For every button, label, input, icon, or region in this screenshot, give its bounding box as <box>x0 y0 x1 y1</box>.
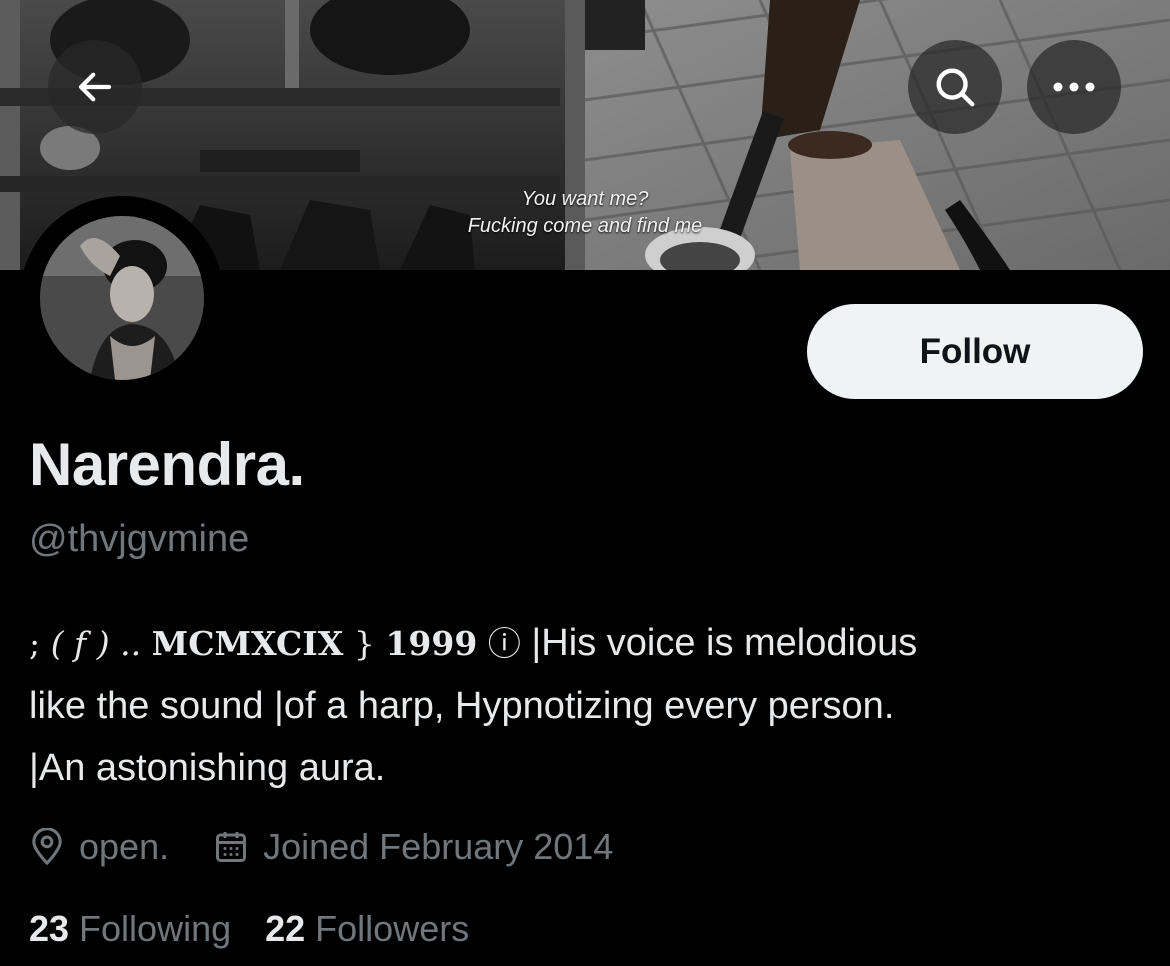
location: open. <box>29 826 169 868</box>
arrow-left-icon <box>78 72 112 102</box>
more-horizontal-icon <box>1053 82 1095 92</box>
join-date-text: Joined February 2014 <box>263 826 614 867</box>
bio-part: 1999 <box>385 624 478 663</box>
following-link[interactable]: 23 Following <box>29 908 231 950</box>
search-button[interactable] <box>908 40 1002 134</box>
search-icon <box>936 68 975 107</box>
bio: ; ( f ) .. MCMXCIX } 1999 ⓘ |His voice i… <box>29 612 1149 799</box>
bio-line-2: like the sound |of a harp, Hypnotizing e… <box>29 685 895 727</box>
avatar-image <box>40 216 204 380</box>
location-text: open. <box>79 826 170 867</box>
user-handle: @thvjgvmine <box>29 518 250 560</box>
bio-line-3: |An astonishing aura. <box>29 747 386 789</box>
back-button[interactable] <box>48 40 142 134</box>
bio-part: MCMXCIX <box>151 624 344 663</box>
join-date: Joined February 2014 <box>213 826 613 868</box>
more-options-button[interactable] <box>1027 40 1121 134</box>
display-name: Narendra. <box>29 431 305 498</box>
bio-part: ( f ) .. <box>50 624 142 663</box>
followers-link[interactable]: 22 Followers <box>265 908 469 950</box>
bio-line-1: ; ( f ) .. MCMXCIX } 1999 ⓘ |His voice i… <box>29 612 1149 675</box>
followers-count: 22 <box>265 908 306 949</box>
banner-caption: You want me? Fucking come and find me <box>380 186 790 240</box>
banner-caption-line1: You want me? <box>521 188 649 210</box>
profile-meta: open. Joined February 2014 <box>29 822 657 872</box>
info-glyph: ⓘ <box>487 624 521 663</box>
bio-part: ; <box>29 624 41 663</box>
location-pin-icon <box>32 828 62 866</box>
bio-part: |His voice is melodious <box>520 622 918 664</box>
calendar-icon <box>216 832 247 862</box>
bio-part: } <box>353 624 375 663</box>
banner-caption-line2: Fucking come and find me <box>467 215 703 237</box>
following-label: Following <box>79 908 232 949</box>
avatar[interactable] <box>20 196 224 400</box>
following-count: 23 <box>29 908 70 949</box>
follow-button[interactable]: Follow <box>807 304 1143 399</box>
followers-label: Followers <box>315 908 470 949</box>
follow-stats: 23 Following 22 Followers <box>29 908 503 950</box>
